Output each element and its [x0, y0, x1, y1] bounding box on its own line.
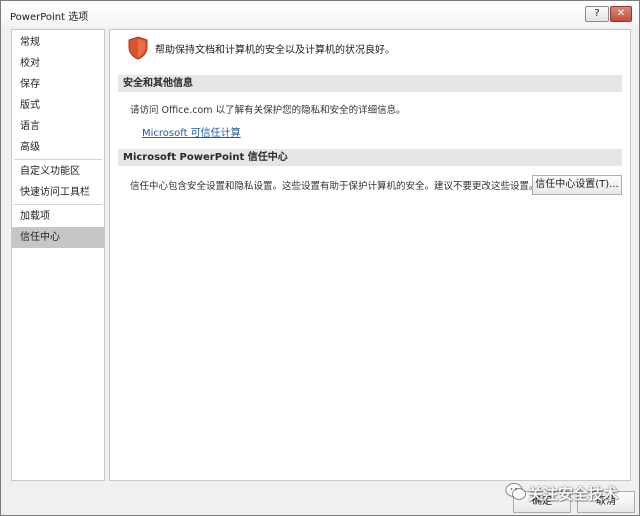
- title-bar: PowerPoint 选项 ? ✕: [1, 1, 639, 27]
- options-sidebar: 常规 校对 保存 版式 语言 高级 自定义功能区 快速访问工具栏 加载项 信任中…: [11, 29, 105, 481]
- sidebar-item-trust-center[interactable]: 信任中心: [12, 227, 104, 248]
- sidebar-item-layout[interactable]: 版式: [12, 95, 104, 116]
- sidebar-divider: [14, 204, 102, 205]
- help-button[interactable]: ?: [585, 6, 609, 22]
- sidebar-divider: [14, 159, 102, 160]
- cancel-button[interactable]: 取消: [577, 491, 635, 513]
- sidebar-item-quick-access-toolbar[interactable]: 快速访问工具栏: [12, 182, 104, 203]
- close-button[interactable]: ✕: [610, 6, 632, 22]
- security-info-text: 请访问 Office.com 以了解有关保护您的隐私和安全的详细信息。: [130, 105, 406, 116]
- trust-center-panel: 帮助保持文档和计算机的安全以及计算机的状况良好。 安全和其他信息 请访问 Off…: [109, 29, 631, 481]
- sidebar-item-customize-ribbon[interactable]: 自定义功能区: [12, 161, 104, 182]
- sidebar-item-save[interactable]: 保存: [12, 74, 104, 95]
- trust-center-settings-button[interactable]: 信任中心设置(T)...: [532, 175, 622, 195]
- sidebar-item-advanced[interactable]: 高级: [12, 137, 104, 158]
- trust-center-description: 信任中心包含安全设置和隐私设置。这些设置有助于保护计算机的安全。建议不要更改这些…: [130, 181, 539, 192]
- sidebar-item-add-ins[interactable]: 加载项: [12, 206, 104, 227]
- shield-icon: [128, 36, 148, 60]
- sidebar-item-language[interactable]: 语言: [12, 116, 104, 137]
- sidebar-item-general[interactable]: 常规: [12, 32, 104, 53]
- ok-button[interactable]: 确定: [513, 491, 571, 513]
- window-title: PowerPoint 选项: [10, 12, 89, 23]
- sidebar-item-proofing[interactable]: 校对: [12, 53, 104, 74]
- headline-text: 帮助保持文档和计算机的安全以及计算机的状况良好。: [155, 45, 395, 56]
- powerpoint-options-dialog: PowerPoint 选项 ? ✕ 常规 校对 保存 版式 语言 高级 自定义功…: [0, 0, 640, 516]
- trustworthy-computing-link[interactable]: Microsoft 可信任计算: [142, 124, 241, 139]
- security-info-header: 安全和其他信息: [118, 75, 622, 92]
- trust-center-header: Microsoft PowerPoint 信任中心: [118, 149, 622, 166]
